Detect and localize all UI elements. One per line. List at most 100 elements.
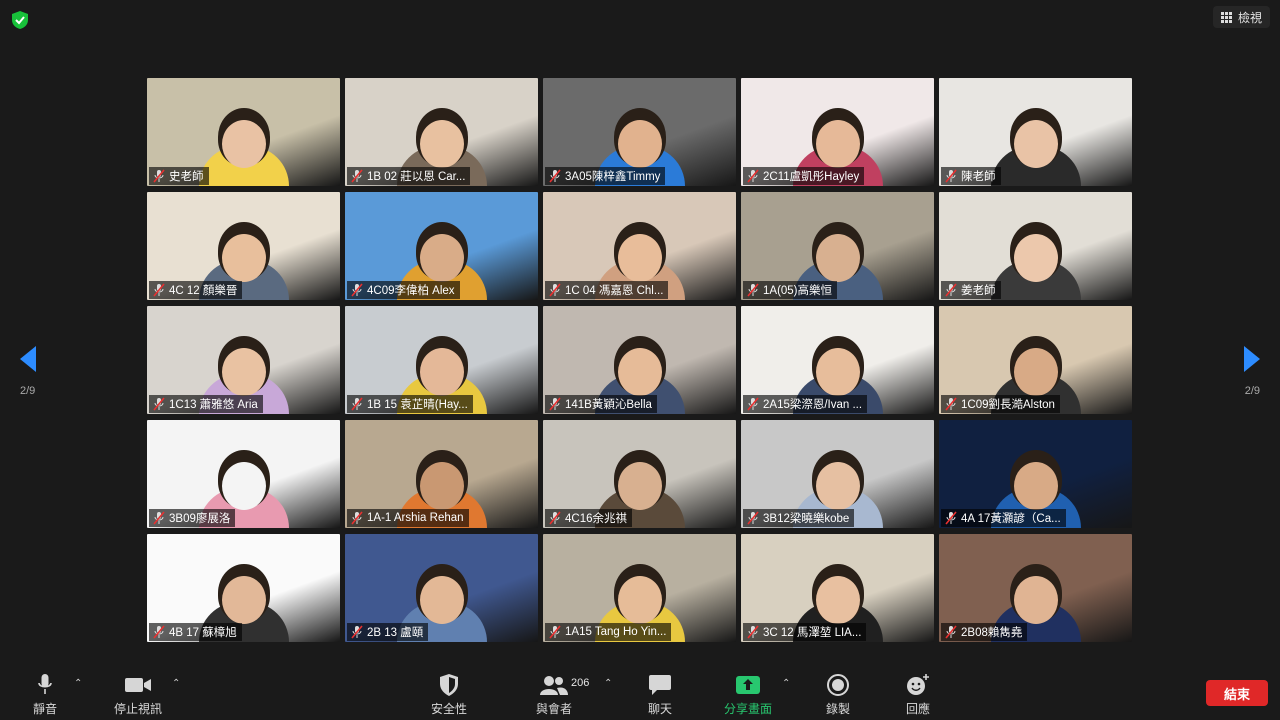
page-indicator-left: 2/9 (20, 385, 36, 397)
smiley-plus-icon (906, 672, 930, 698)
participant-name-tag: 1B 15 袁芷晴(Hay... (347, 395, 473, 413)
participant-face (1014, 576, 1058, 624)
participant-video-tile[interactable]: 1A15 Tang Ho Yin... (543, 534, 736, 642)
mute-button[interactable]: 靜音 (33, 672, 57, 717)
muted-microphone-icon (945, 625, 957, 639)
share-screen-button[interactable]: 分享畫面 (724, 672, 772, 717)
security-label: 安全性 (431, 702, 468, 716)
participants-label: 與會者 (536, 702, 573, 716)
participant-video-tile[interactable]: 1C13 蕭雅悠 Aria (147, 306, 340, 414)
participant-video-tile[interactable]: 4A 17黃灝諺（Ca... (939, 420, 1132, 528)
participants-button[interactable]: 與會者 (536, 672, 572, 717)
audio-options-chevron-icon[interactable]: ⌃ (74, 678, 82, 689)
participant-name-tag: 3B09廖展洛 (149, 509, 236, 527)
participant-name-tag: 2C11盧凱彤Hayley (743, 167, 865, 185)
muted-microphone-icon (153, 625, 165, 639)
record-button[interactable]: 錄製 (826, 672, 850, 717)
participant-video-tile[interactable]: 3C 12 馬澤堃 LIA... (741, 534, 934, 642)
participant-name: 4C16余兆祺 (565, 513, 627, 525)
participant-name-tag: 3A05陳梓鑫Timmy (545, 167, 666, 185)
muted-microphone-icon (747, 625, 759, 639)
participant-name: 史老師 (169, 171, 204, 183)
participant-name-tag: 陳老師 (941, 167, 1001, 185)
participant-name: 姜老師 (961, 285, 996, 297)
muted-microphone-icon (747, 169, 759, 183)
participant-name-tag: 2B08賴雋堯 (941, 623, 1028, 641)
participant-video-tile[interactable]: 1B 15 袁芷晴(Hay... (345, 306, 538, 414)
participant-video-tile[interactable]: 3B12梁曉樂kobe (741, 420, 934, 528)
security-button[interactable]: 安全性 (431, 672, 467, 717)
participant-video-tile[interactable]: 1C09劉長澔Alston (939, 306, 1132, 414)
participant-video-tile[interactable]: 4C16余兆祺 (543, 420, 736, 528)
previous-page-arrow-icon[interactable] (20, 346, 36, 372)
participant-face (420, 234, 464, 282)
participant-video-tile[interactable]: 4C09李偉柏 Alex (345, 192, 538, 300)
participant-name: 4B 17 蘇樟旭 (169, 627, 237, 639)
video-options-chevron-icon[interactable]: ⌃ (172, 678, 180, 689)
participant-name: 1A15 Tang Ho Yin... (565, 626, 667, 638)
record-label: 錄製 (826, 702, 851, 716)
participant-video-tile[interactable]: 4B 17 蘇樟旭 (147, 534, 340, 642)
participant-video-tile[interactable]: 3A05陳梓鑫Timmy (543, 78, 736, 186)
participant-video-tile[interactable]: 3B09廖展洛 (147, 420, 340, 528)
participant-name-tag: 141B黃穎沁Bella (545, 395, 657, 413)
participants-count: 206 (571, 677, 590, 689)
muted-microphone-icon (549, 511, 561, 525)
participant-video-tile[interactable]: 1C 04 馮嘉恩 Chl... (543, 192, 736, 300)
mute-label: 靜音 (33, 702, 58, 716)
participant-name-tag: 3B12梁曉樂kobe (743, 509, 855, 527)
participant-name-tag: 1C09劉長澔Alston (941, 395, 1060, 413)
reactions-button[interactable]: 回應 (906, 672, 930, 717)
muted-microphone-icon (351, 283, 363, 297)
participant-name: 4C 12 顏樂晉 (169, 285, 238, 297)
participant-name-tag: 2A15梁漈恩/Ivan ... (743, 395, 868, 413)
chat-button[interactable]: 聊天 (648, 672, 672, 717)
participant-video-tile[interactable]: 141B黃穎沁Bella (543, 306, 736, 414)
participant-face (222, 576, 266, 624)
muted-microphone-icon (153, 511, 165, 525)
participant-video-tile[interactable]: 陳老師 (939, 78, 1132, 186)
participant-video-tile[interactable]: 史老師 (147, 78, 340, 186)
participant-face (222, 234, 266, 282)
participant-name: 3B09廖展洛 (169, 513, 231, 525)
participant-name-tag: 4C 12 顏樂晉 (149, 281, 243, 299)
participant-video-tile[interactable]: 1A(05)高樂恒 (741, 192, 934, 300)
participant-name: 陳老師 (961, 171, 996, 183)
participant-name: 3C 12 馬澤堃 LIA... (763, 627, 862, 639)
participant-face (618, 120, 662, 168)
participant-name-tag: 1B 02 莊以恩 Car... (347, 167, 471, 185)
muted-microphone-icon (351, 397, 363, 411)
next-page-arrow-icon[interactable] (1244, 346, 1260, 372)
participant-video-tile[interactable]: 1A-1 Arshia Rehan (345, 420, 538, 528)
participant-face (618, 234, 662, 282)
end-meeting-button[interactable]: 結束 (1206, 680, 1268, 706)
participant-video-tile[interactable]: 2B 13 盧頤 (345, 534, 538, 642)
meeting-toolbar: 靜音 ⌃ 停止視訊 ⌃ 安全性 與會者 206 ⌃ 聊天 分享畫面 ⌃ 錄製 回… (0, 660, 1280, 720)
record-icon (827, 672, 849, 698)
muted-microphone-icon (549, 283, 561, 297)
participant-name: 4A 17黃灝諺（Ca... (961, 513, 1061, 525)
participant-video-tile[interactable]: 2C11盧凱彤Hayley (741, 78, 934, 186)
participant-video-tile[interactable]: 4C 12 顏樂晉 (147, 192, 340, 300)
view-button[interactable]: 檢視 (1212, 6, 1270, 28)
participant-video-tile[interactable]: 2A15梁漈恩/Ivan ... (741, 306, 934, 414)
participant-video-tile[interactable]: 姜老師 (939, 192, 1132, 300)
participant-video-tile[interactable]: 2B08賴雋堯 (939, 534, 1132, 642)
stop-video-label: 停止視訊 (114, 702, 163, 716)
participant-name-tag: 4A 17黃灝諺（Ca... (941, 509, 1066, 527)
participant-name: 3B12梁曉樂kobe (763, 513, 850, 525)
muted-microphone-icon (747, 511, 759, 525)
participant-name: 3A05陳梓鑫Timmy (565, 171, 661, 183)
share-screen-label: 分享畫面 (724, 702, 773, 716)
participant-name: 141B黃穎沁Bella (565, 399, 652, 411)
participant-video-tile[interactable]: 1B 02 莊以恩 Car... (345, 78, 538, 186)
video-camera-icon (125, 672, 151, 698)
participant-name-tag: 3C 12 馬澤堃 LIA... (743, 623, 867, 641)
stop-video-button[interactable]: 停止視訊 (114, 672, 162, 717)
participants-options-chevron-icon[interactable]: ⌃ (604, 678, 612, 689)
share-options-chevron-icon[interactable]: ⌃ (782, 678, 790, 689)
participant-name: 1C 04 馮嘉恩 Chl... (565, 285, 664, 297)
participant-face (816, 120, 860, 168)
shield-check-icon[interactable] (10, 10, 30, 30)
participant-name: 2A15梁漈恩/Ivan ... (763, 399, 863, 411)
